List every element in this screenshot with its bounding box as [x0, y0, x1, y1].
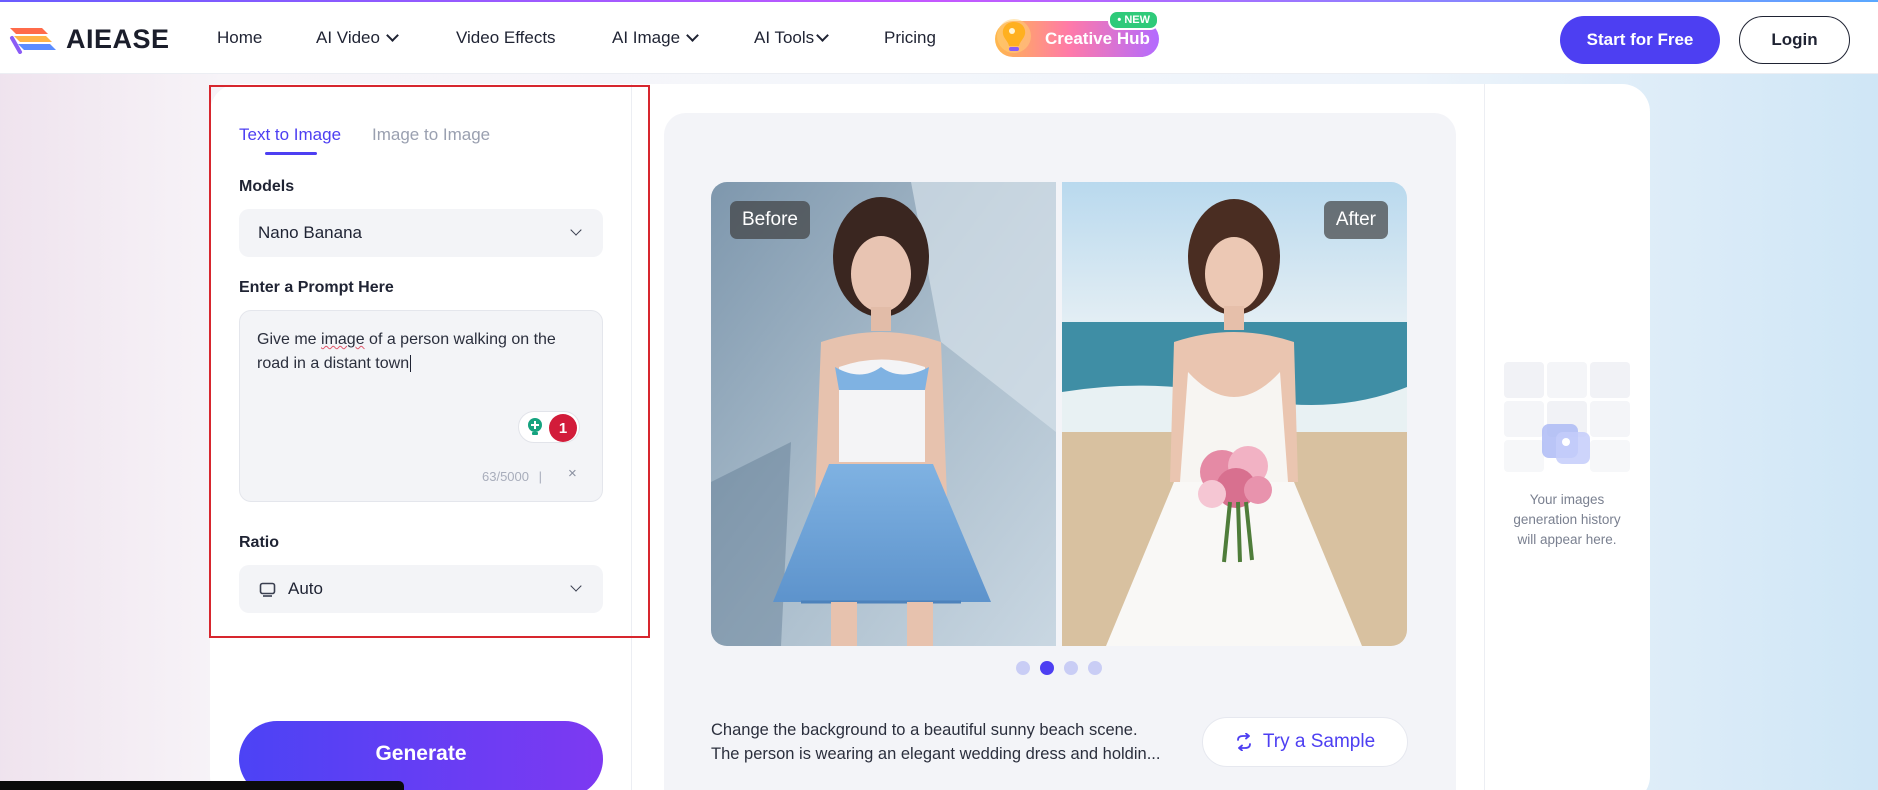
chevron-down-icon: [816, 29, 830, 42]
brand-name: AIEASE: [66, 23, 170, 54]
before-photo: [711, 182, 1056, 646]
after-photo: [1062, 182, 1407, 646]
start-for-free-button[interactable]: Start for Free: [1560, 16, 1720, 64]
lightbulb-icon: [997, 19, 1031, 53]
logo-icon: [10, 28, 56, 54]
try-a-sample-label: Try a Sample: [1262, 731, 1376, 752]
aspect-ratio-icon: [259, 582, 276, 597]
carousel-dot[interactable]: [1016, 661, 1030, 675]
prompt-text-flagged-word: image: [321, 331, 365, 348]
prompt-textarea[interactable]: Give me image of a person walking on the…: [239, 310, 603, 502]
caption-line-1: Change the background to a beautiful sun…: [711, 721, 1138, 739]
after-label: After: [1323, 201, 1388, 239]
chevron-down-icon: [686, 29, 699, 42]
models-label: Models: [239, 178, 295, 195]
chevron-down-icon: [386, 29, 399, 42]
before-label: Before: [730, 201, 810, 239]
ratio-label: Ratio: [239, 534, 279, 551]
before-image: Before: [711, 182, 1056, 646]
ratio-select-value: Auto: [288, 579, 323, 598]
new-badge: • NEW: [1108, 10, 1159, 30]
refresh-icon: [1236, 733, 1251, 751]
clear-icon[interactable]: ×: [568, 465, 577, 482]
model-select-value: Nano Banana: [258, 223, 362, 242]
chevron-down-icon: [570, 224, 582, 236]
history-empty-text: Your images generation history will appe…: [1513, 492, 1621, 547]
carousel-dots: [1016, 661, 1102, 675]
grammar-assistant-icon: [528, 418, 542, 435]
generate-button[interactable]: Generate: [239, 721, 603, 790]
top-navbar: AIEASE Home AI Video Video Effects AI Im…: [0, 2, 1878, 74]
empty-history-illustration: [1504, 362, 1630, 472]
nav-ai-video[interactable]: AI Video: [316, 28, 399, 48]
prompt-text[interactable]: Give me image of a person walking on the…: [257, 328, 587, 388]
caption-line-2: The person is wearing an elegant wedding…: [711, 745, 1161, 763]
character-count-value: 63/5000: [482, 469, 529, 484]
carousel-dot[interactable]: [1064, 661, 1078, 675]
grammar-issue-count-badge: 1: [549, 414, 577, 442]
ratio-select[interactable]: Auto: [239, 565, 603, 613]
model-select[interactable]: Nano Banana: [239, 209, 603, 257]
after-image: After: [1062, 182, 1407, 646]
carousel-dot[interactable]: [1040, 661, 1054, 675]
text-cursor: [410, 355, 412, 372]
login-button[interactable]: Login: [1739, 16, 1850, 64]
bottom-overlay-bar: [0, 781, 404, 790]
nav-video-effects[interactable]: Video Effects: [456, 28, 556, 48]
nav-home[interactable]: Home: [217, 28, 262, 48]
nav-home-label: Home: [217, 28, 263, 47]
count-separator: |: [538, 469, 543, 484]
active-tab-indicator: [265, 152, 317, 155]
grammar-checker-widget[interactable]: 1: [518, 411, 580, 443]
nav-ai-image[interactable]: AI Image: [612, 28, 699, 48]
nav-pricing-label: Pricing: [884, 28, 936, 47]
brand-logo[interactable]: AIEASE: [8, 22, 170, 56]
creative-hub-label: Creative Hub: [1045, 29, 1150, 48]
character-count: 63/5000 |: [482, 469, 542, 484]
prompt-text-start: Give me: [257, 331, 322, 348]
nav-video-effects-label: Video Effects: [456, 28, 556, 47]
carousel-dot[interactable]: [1088, 661, 1102, 675]
nav-ai-tools[interactable]: AI Tools: [754, 28, 830, 48]
tab-image-to-image[interactable]: Image to Image: [372, 125, 490, 145]
nav-ai-tools-label: AI Tools: [754, 28, 815, 47]
prompt-label: Enter a Prompt Here: [239, 279, 394, 296]
nav-ai-video-label: AI Video: [316, 28, 380, 47]
chevron-down-icon: [570, 580, 582, 592]
sample-caption: Change the background to a beautiful sun…: [711, 718, 1171, 766]
nav-pricing[interactable]: Pricing: [884, 28, 936, 48]
nav-ai-image-label: AI Image: [612, 28, 681, 47]
try-a-sample-button[interactable]: Try a Sample: [1202, 717, 1408, 767]
tab-text-to-image[interactable]: Text to Image: [239, 125, 341, 145]
creative-hub-button[interactable]: Creative Hub • NEW: [995, 10, 1159, 57]
